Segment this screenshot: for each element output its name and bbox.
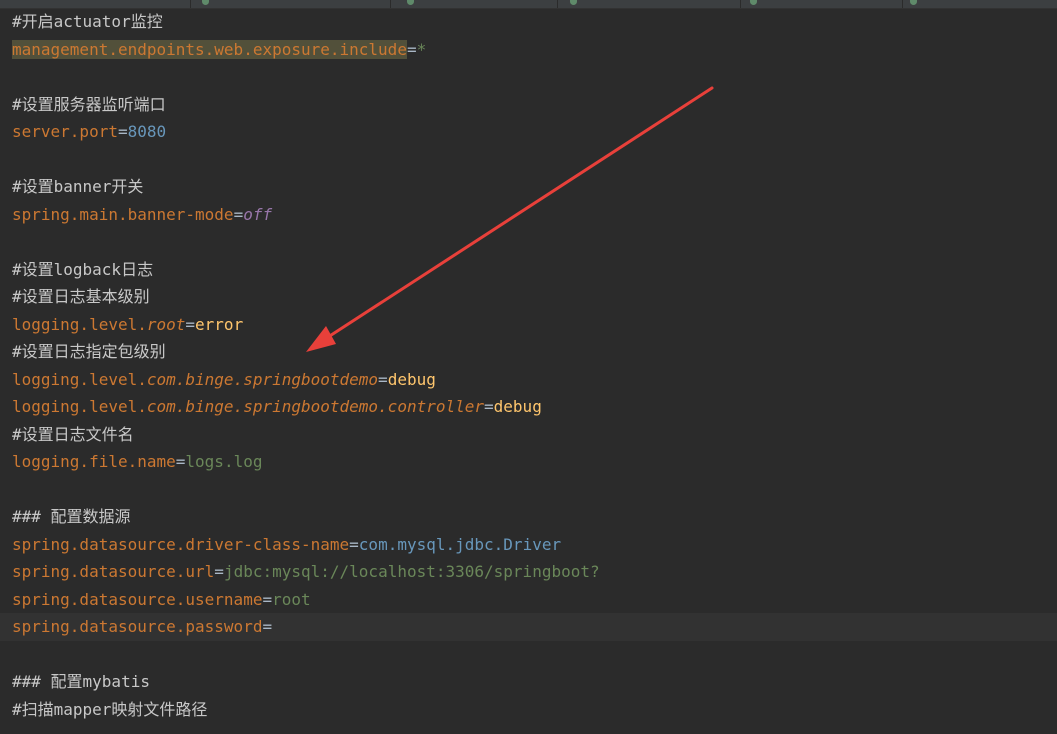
code-line[interactable]: logging.level.root=error [0, 311, 1057, 339]
code-line[interactable]: management.endpoints.web.exposure.includ… [0, 36, 1057, 64]
code-line[interactable]: logging.file.name=logs.log [0, 448, 1057, 476]
code-editor[interactable]: #开启actuator监控 management.endpoints.web.ex… [0, 0, 1057, 734]
equals-sign: = [233, 204, 244, 224]
code-line[interactable]: logging.level.com.binge.springbootdemo.c… [0, 393, 1057, 421]
property-key-text: spring.datasource.password [12, 617, 263, 636]
code-line[interactable]: #开启actuator监控 [0, 8, 1057, 36]
code-line[interactable]: spring.datasource.url=jdbc:mysql://local… [0, 558, 1057, 586]
comment-text: #设置logback日志 [12, 259, 154, 279]
code-line[interactable] [0, 476, 1057, 504]
editor-tab[interactable] [392, 0, 558, 8]
comment-text: #设置日志基本级别 [12, 287, 150, 306]
code-line[interactable] [0, 641, 1057, 669]
property-key: spring.main.banner-mode [12, 205, 234, 224]
property-key-italic: com.binge.springbootdemo [146, 369, 379, 389]
code-line[interactable]: spring.datasource.driver-class-name=com.… [0, 531, 1057, 559]
property-value: jdbc:mysql://localhost:3306/springboot? [223, 562, 600, 581]
property-key-prefix: logging.level. [12, 397, 147, 416]
editor-tab[interactable] [905, 0, 1057, 8]
code-line[interactable] [0, 63, 1057, 91]
code-line[interactable]: #扫描mapper映射文件路径 [0, 696, 1057, 724]
code-line[interactable]: #设置logback日志 [0, 256, 1057, 284]
code-line[interactable]: spring.main.banner-mode=off [0, 201, 1057, 229]
property-value: debug [493, 397, 542, 416]
code-line[interactable]: #设置日志指定包级别 [0, 338, 1057, 366]
equals-sign: = [214, 562, 224, 581]
property-value: off [243, 204, 273, 224]
code-line[interactable]: #设置服务器监听端口 [0, 91, 1057, 119]
property-key-text: management.endpoints.web.exposure.includ… [12, 39, 407, 59]
code-line[interactable]: #设置日志基本级别 [0, 283, 1057, 311]
property-key-text: spring.datasource.url [12, 562, 215, 581]
comment-text: ### 配置数据源 [12, 507, 131, 526]
code-line[interactable] [0, 146, 1057, 174]
property-value: * [416, 39, 427, 59]
property-key: logging.file.name [12, 452, 176, 471]
equals-sign: = [262, 589, 273, 609]
comment-text: #扫描mapper映射文件路径 [12, 699, 208, 719]
property-value: 8080 [127, 122, 167, 141]
equals-sign: = [175, 452, 186, 471]
property-key-text: server.port [12, 122, 118, 141]
comment-text: #开启actuator监控 [12, 12, 163, 31]
code-line[interactable]: ### 配置mybatis [0, 668, 1057, 696]
property-key: logging.level.com.binge.springbootdemo [12, 370, 378, 389]
property-value: logs.log [185, 452, 263, 471]
property-key-text: spring.datasource.username [12, 589, 263, 609]
property-key-text: spring.datasource.driver-class-name [12, 534, 350, 554]
property-key: spring.datasource.url [12, 562, 214, 581]
comment-text: #设置服务器监听端口 [12, 94, 166, 114]
property-key-italic: com.binge.springbootdemo.controller [146, 397, 485, 416]
property-key: logging.level.com.binge.springbootdemo.c… [12, 397, 484, 416]
equals-sign: = [262, 617, 273, 636]
property-key: spring.datasource.driver-class-name [12, 535, 349, 554]
code-line[interactable]: server.port=8080 [0, 118, 1057, 146]
property-value: Driver [503, 534, 562, 554]
property-value: debug [387, 369, 436, 389]
property-key: spring.datasource.username [12, 590, 262, 609]
code-line[interactable]: spring.datasource.username=root [0, 586, 1057, 614]
editor-tab[interactable] [742, 0, 903, 8]
property-key-text: spring.main.banner-mode [12, 204, 234, 224]
equals-sign: = [117, 122, 128, 141]
comment-text: #设置日志文件名 [12, 424, 134, 444]
equals-sign: = [484, 397, 494, 416]
code-line[interactable] [0, 228, 1057, 256]
property-value: root [272, 589, 311, 609]
property-value: error [195, 314, 244, 334]
property-key-prefix: logging.level. [12, 369, 147, 389]
editor-tab[interactable] [0, 0, 191, 8]
property-key-prefix: logging.level. [12, 314, 147, 334]
property-key: spring.datasource.password [12, 617, 262, 636]
comment-text: ### 配置mybatis [12, 672, 150, 691]
property-key-italic: root [146, 314, 186, 334]
property-key-text: logging.file.name [12, 452, 176, 471]
equals-sign: = [406, 39, 417, 59]
code-line[interactable]: #设置banner开关 [0, 173, 1057, 201]
code-line[interactable]: logging.level.com.binge.springbootdemo=d… [0, 366, 1057, 394]
editor-tab[interactable] [560, 0, 741, 8]
editor-tab[interactable] [205, 0, 391, 8]
property-key: logging.level.root [12, 315, 185, 334]
code-line[interactable]: spring.datasource.password= [0, 613, 1057, 641]
equals-sign: = [185, 314, 196, 334]
equals-sign: = [349, 534, 359, 554]
code-lines[interactable]: #开启actuator监控 management.endpoints.web.ex… [0, 8, 1057, 723]
code-line[interactable]: #设置日志文件名 [0, 421, 1057, 449]
equals-sign: = [378, 369, 388, 389]
code-line[interactable]: ### 配置数据源 [0, 503, 1057, 531]
comment-text: #设置日志指定包级别 [12, 342, 166, 361]
property-key: server.port [12, 122, 118, 141]
comment-text: #设置banner开关 [12, 177, 144, 196]
value-package: com.mysql.jdbc. [358, 534, 504, 554]
property-key: management.endpoints.web.exposure.includ… [12, 39, 407, 59]
